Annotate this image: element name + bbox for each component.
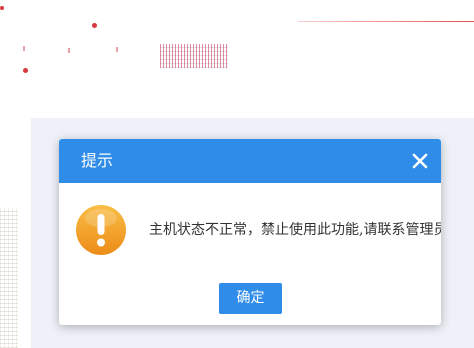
background-mark (68, 48, 70, 53)
dialog-header: 提示 (59, 139, 441, 183)
warning-icon (75, 204, 127, 256)
background-line (298, 21, 474, 22)
background-mark (23, 46, 25, 51)
dialog-message: 主机状态不正常，禁止使用此功能,请联系管理员 (149, 222, 441, 238)
close-icon (412, 153, 428, 169)
background-dot (0, 6, 4, 10)
background-graphic (160, 44, 228, 68)
background-strip (0, 208, 18, 348)
background-mark (116, 47, 118, 52)
background-dot (92, 23, 97, 28)
screen: 提示 主机状态不正常，禁止使用此功能,请联系管理员 确定 (0, 0, 474, 348)
close-button[interactable] (409, 150, 431, 172)
alert-dialog: 提示 主机状态不正常，禁止使用此功能,请联系管理员 确定 (59, 139, 441, 325)
background-dot (23, 68, 28, 73)
dialog-title: 提示 (81, 151, 114, 170)
confirm-button[interactable]: 确定 (219, 283, 282, 314)
